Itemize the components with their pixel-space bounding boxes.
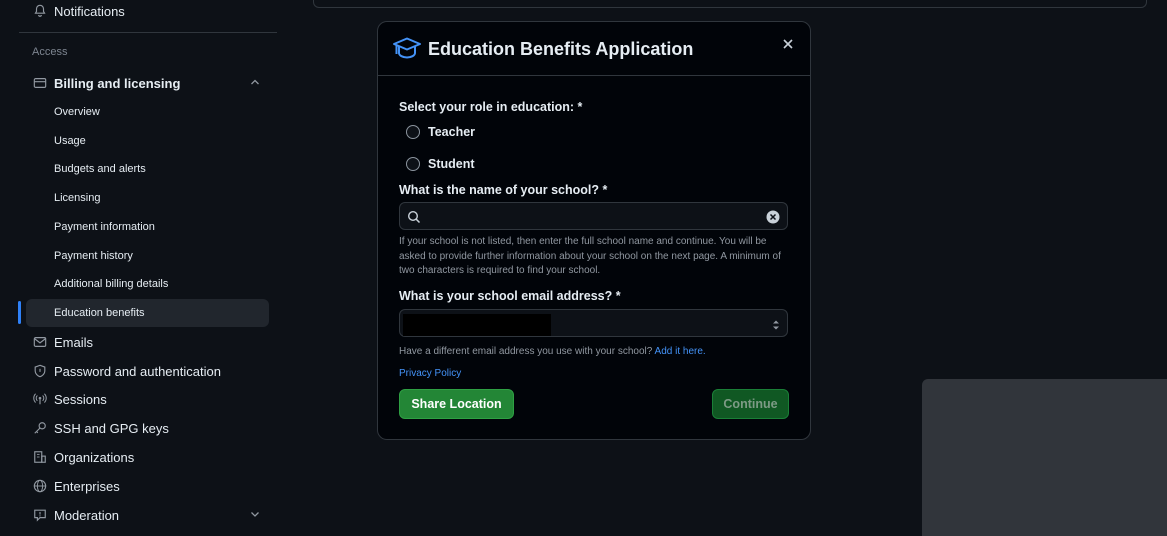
sidebar-item-label: SSH and GPG keys (54, 420, 169, 436)
sidebar-divider (19, 32, 277, 33)
add-email-link[interactable]: Add it here. (655, 346, 706, 357)
mortar-board-icon (392, 36, 422, 62)
sidebar-subitem-label: Education benefits (54, 307, 145, 319)
globe-icon (32, 478, 48, 494)
shield-icon (32, 363, 48, 379)
bell-icon (32, 3, 48, 19)
sidebar-item-password[interactable]: Password and authentication (26, 357, 269, 385)
school-label: What is the name of your school? * (399, 183, 608, 197)
broadcast-icon (32, 391, 48, 407)
sidebar-item-label: Emails (54, 334, 94, 350)
mail-icon (32, 334, 48, 350)
role-option-label: Student (428, 157, 475, 171)
sidebar-subitem-label: Overview (54, 106, 100, 118)
settings-sidebar: Notifications Access Billing and licensi… (0, 0, 290, 536)
active-indicator (18, 301, 21, 324)
sidebar-item-label: Moderation (54, 507, 120, 523)
education-benefits-dialog: Education Benefits Application Select yo… (377, 21, 811, 440)
sidebar-item-enterprises[interactable]: Enterprises (26, 472, 269, 500)
sidebar-subitem-label: Payment information (54, 221, 155, 233)
role-option-student[interactable]: Student (406, 157, 475, 171)
key-icon (32, 420, 48, 436)
floating-panel (922, 379, 1167, 536)
sidebar-subitem-payment-history[interactable]: Payment history (26, 242, 269, 270)
sidebar-item-label: Sessions (54, 391, 107, 407)
sidebar-item-sessions[interactable]: Sessions (26, 385, 269, 413)
alt-email-note: Have a different email address you use w… (399, 346, 706, 357)
select-arrows-icon (772, 318, 780, 330)
sidebar-subitem-label: Budgets and alerts (54, 163, 146, 175)
sidebar-item-label: Enterprises (54, 478, 120, 494)
close-icon (783, 39, 793, 49)
sidebar-item-label: Notifications (54, 3, 125, 19)
sidebar-subitem-budgets[interactable]: Budgets and alerts (26, 155, 269, 183)
role-option-label: Teacher (428, 125, 476, 139)
continue-button[interactable]: Continue (712, 389, 789, 419)
alt-email-text: Have a different email address you use w… (399, 346, 653, 357)
role-option-teacher[interactable]: Teacher (406, 125, 475, 139)
credit-card-icon (32, 75, 48, 91)
sidebar-subitem-licensing[interactable]: Licensing (26, 184, 269, 212)
content-panel-edge (313, 0, 1147, 8)
school-help-text: If your school is not listed, then enter… (399, 236, 781, 276)
sidebar-item-billing[interactable]: Billing and licensing (26, 69, 269, 97)
role-label: Select your role in education: * (399, 100, 583, 114)
sidebar-subitem-label: Payment history (54, 250, 133, 262)
sidebar-subitem-usage[interactable]: Usage (26, 127, 269, 155)
sidebar-item-label: Password and authentication (54, 363, 221, 379)
chevron-down-icon[interactable] (249, 508, 261, 523)
sidebar-subitem-label: Licensing (54, 192, 101, 204)
sidebar-subitem-label: Additional billing details (54, 278, 169, 290)
search-icon (407, 210, 421, 224)
dialog-header: Education Benefits Application (378, 22, 810, 76)
privacy-policy-link[interactable]: Privacy Policy (399, 368, 461, 379)
sidebar-item-moderation[interactable]: Moderation (26, 501, 269, 529)
share-location-button[interactable]: Share Location (399, 389, 514, 419)
dialog-title: Education Benefits Application (428, 39, 694, 59)
sidebar-subitem-additional-billing[interactable]: Additional billing details (26, 270, 269, 298)
redacted-email (403, 314, 551, 336)
close-button[interactable] (780, 36, 796, 52)
student-radio[interactable] (406, 157, 420, 171)
chevron-up-icon[interactable] (249, 76, 261, 91)
sidebar-item-notifications[interactable]: Notifications (26, 0, 269, 25)
sidebar-subitem-overview[interactable]: Overview (26, 98, 269, 126)
report-icon (32, 507, 48, 523)
settings-page: Notifications Access Billing and licensi… (0, 0, 1167, 536)
sidebar-item-label: Billing and licensing (54, 75, 181, 91)
email-label: What is your school email address? * (399, 289, 621, 303)
sidebar-subitem-payment-information[interactable]: Payment information (26, 213, 269, 241)
school-email-select[interactable] (399, 309, 788, 337)
sidebar-subitem-label: Usage (54, 135, 86, 147)
sidebar-section-access: Access (32, 46, 68, 58)
organization-icon (32, 449, 48, 465)
sidebar-item-label: Organizations (54, 449, 135, 465)
teacher-radio[interactable] (406, 125, 420, 139)
sidebar-item-organizations[interactable]: Organizations (26, 443, 269, 471)
school-search-field[interactable] (399, 202, 788, 230)
sidebar-subitem-education-benefits[interactable]: Education benefits (26, 299, 269, 327)
sidebar-item-emails[interactable]: Emails (26, 328, 269, 356)
clear-icon[interactable] (766, 210, 780, 224)
school-search-input[interactable] (426, 206, 756, 226)
sidebar-item-ssh-gpg[interactable]: SSH and GPG keys (26, 414, 269, 442)
